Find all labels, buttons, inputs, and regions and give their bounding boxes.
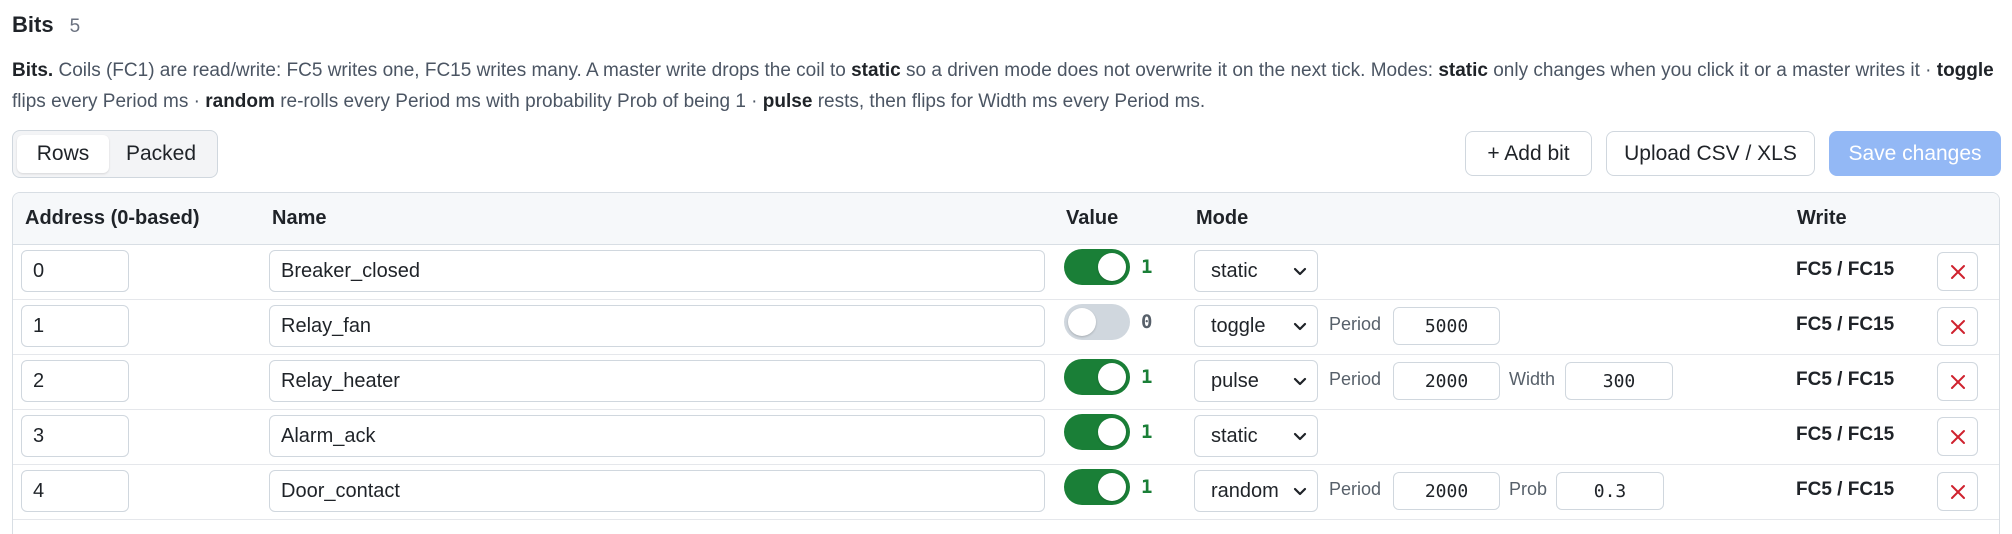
name-input[interactable]: Door_contact (269, 470, 1045, 512)
value-readout: 1 (1141, 421, 1153, 443)
table-row: 4 Door_contact 1 random Period 2000 Prob… (13, 464, 1999, 520)
mode-select-value: static (1211, 259, 1258, 282)
address-input[interactable]: 1 (21, 305, 129, 347)
mode-description: Bits. Coils (FC1) are read/write: FC5 wr… (12, 60, 1994, 112)
close-icon (1950, 264, 1965, 279)
toggle-knob (1068, 308, 1096, 336)
close-icon (1950, 429, 1965, 444)
panel-header: Bits 5 (12, 12, 80, 38)
value-toggle[interactable] (1064, 414, 1130, 450)
close-icon (1950, 374, 1965, 389)
address-input[interactable]: 2 (21, 360, 129, 402)
column-address: Address (0-based) (25, 207, 200, 229)
mode-select-value: pulse (1211, 369, 1259, 392)
value-readout: 1 (1141, 476, 1153, 498)
rows-view-button[interactable]: Rows (17, 135, 109, 173)
mode-select[interactable]: random (1194, 470, 1318, 512)
mode-select-value: random (1211, 479, 1279, 502)
view-mode-toggle: Rows Packed (12, 130, 218, 178)
close-icon (1950, 484, 1965, 499)
value-toggle[interactable] (1064, 359, 1130, 395)
delete-row-button[interactable] (1937, 307, 1978, 346)
address-input[interactable]: 0 (21, 250, 129, 292)
prob-label: Prob (1509, 479, 1548, 499)
toggle-knob (1098, 418, 1126, 446)
column-value: Value (1066, 207, 1119, 229)
name-input[interactable]: Breaker_closed (269, 250, 1045, 292)
toggle-knob (1098, 253, 1126, 281)
delete-row-button[interactable] (1937, 417, 1978, 456)
chevron-down-icon (1293, 487, 1307, 496)
column-name: Name (272, 207, 327, 229)
value-toggle[interactable] (1064, 249, 1130, 285)
chevron-down-icon (1293, 267, 1307, 276)
mode-select-value: static (1211, 424, 1258, 447)
value-toggle[interactable] (1064, 304, 1130, 340)
bits-panel: Bits 5 Bits. Coils (FC1) are read/write:… (0, 0, 2012, 534)
panel-title: Bits (12, 12, 54, 37)
name-input[interactable]: Alarm_ack (269, 415, 1045, 457)
mode-select[interactable]: toggle (1194, 305, 1318, 347)
delete-row-button[interactable] (1937, 252, 1978, 291)
value-toggle[interactable] (1064, 469, 1130, 505)
value-readout: 1 (1141, 256, 1153, 278)
packed-view-button[interactable]: Packed (109, 135, 213, 173)
address-input[interactable]: 4 (21, 470, 129, 512)
write-functions: FC5 / FC15 (1796, 479, 1895, 500)
period-label: Period (1329, 369, 1382, 389)
chevron-down-icon (1293, 322, 1307, 331)
bit-count: 5 (69, 16, 81, 37)
mode-select[interactable]: static (1194, 250, 1318, 292)
write-functions: FC5 / FC15 (1796, 369, 1895, 390)
table-row: 3 Alarm_ack 1 static FC5 / FC15 (13, 409, 1999, 465)
toggle-knob (1098, 473, 1126, 501)
prob-input[interactable]: 0.3 (1556, 472, 1664, 510)
name-input[interactable]: Relay_heater (269, 360, 1045, 402)
table-row: 1 Relay_fan 0 toggle Period 5000 FC5 / F… (13, 299, 1999, 355)
toggle-knob (1098, 363, 1126, 391)
width-label: Width (1509, 369, 1556, 389)
upload-csv-button[interactable]: Upload CSV / XLS (1606, 131, 1815, 176)
column-mode: Mode (1196, 207, 1249, 229)
mode-select-value: toggle (1211, 314, 1266, 337)
chevron-down-icon (1293, 432, 1307, 441)
value-readout: 1 (1141, 366, 1153, 388)
period-input[interactable]: 2000 (1393, 362, 1500, 400)
close-icon (1950, 319, 1965, 334)
period-input[interactable]: 2000 (1393, 472, 1500, 510)
address-input[interactable]: 3 (21, 415, 129, 457)
delete-row-button[interactable] (1937, 472, 1978, 511)
value-readout: 0 (1141, 311, 1153, 333)
table-row: 0 Breaker_closed 1 static FC5 / FC15 (13, 244, 1999, 300)
width-input[interactable]: 300 (1565, 362, 1673, 400)
column-write: Write (1797, 207, 1847, 229)
table-row: 2 Relay_heater 1 pulse Period 2000 Width… (13, 354, 1999, 410)
add-bit-button[interactable]: + Add bit (1465, 131, 1592, 176)
bits-table: Address (0-based) Name Value Mode Write … (12, 192, 2000, 534)
period-input[interactable]: 5000 (1393, 307, 1500, 345)
mode-select[interactable]: pulse (1194, 360, 1318, 402)
write-functions: FC5 / FC15 (1796, 424, 1895, 445)
period-label: Period (1329, 314, 1382, 334)
table-header: Address (0-based) Name Value Mode Write (13, 193, 1999, 245)
write-functions: FC5 / FC15 (1796, 259, 1895, 280)
mode-select[interactable]: static (1194, 415, 1318, 457)
name-input[interactable]: Relay_fan (269, 305, 1045, 347)
delete-row-button[interactable] (1937, 362, 1978, 401)
write-functions: FC5 / FC15 (1796, 314, 1895, 335)
save-changes-button[interactable]: Save changes (1829, 131, 2001, 176)
period-label: Period (1329, 479, 1382, 499)
chevron-down-icon (1293, 377, 1307, 386)
